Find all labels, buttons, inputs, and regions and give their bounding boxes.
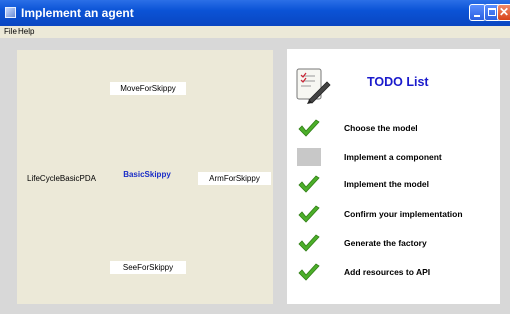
- checkmark-icon: [298, 263, 320, 281]
- app-window: Implement an agent ✕ File Help MoveForSk…: [0, 0, 510, 314]
- node-move-for-skippy[interactable]: MoveForSkippy: [110, 82, 186, 95]
- todo-item-label: Implement a component: [344, 152, 442, 162]
- node-see-for-skippy[interactable]: SeeForSkippy: [110, 261, 186, 274]
- checkmark-icon: [298, 205, 320, 223]
- todo-item-implement-model[interactable]: Implement the model: [287, 175, 500, 197]
- menu-bar: File Help: [0, 26, 510, 38]
- title-bar[interactable]: Implement an agent ✕: [0, 0, 510, 26]
- todo-item-generate-factory[interactable]: Generate the factory: [287, 234, 500, 256]
- todo-item-choose-model[interactable]: Choose the model: [287, 119, 500, 141]
- app-icon: [5, 7, 16, 18]
- todo-item-label: Confirm your implementation: [344, 209, 463, 219]
- node-lifecycle-basic-pda[interactable]: LifeCycleBasicPDA: [19, 172, 104, 185]
- close-icon: ✕: [498, 5, 510, 19]
- menu-file[interactable]: File: [4, 27, 17, 37]
- component-graph-panel: MoveForSkippy LifeCycleBasicPDA BasicSki…: [17, 50, 273, 304]
- minimize-icon: [470, 5, 485, 20]
- node-arm-for-skippy[interactable]: ArmForSkippy: [198, 172, 271, 185]
- todo-panel: TODO List Choose the model Implement a c…: [287, 49, 500, 304]
- checkmark-icon: [298, 234, 320, 252]
- todo-item-implement-component[interactable]: Implement a component: [287, 148, 500, 170]
- todo-item-label: Choose the model: [344, 123, 418, 133]
- todo-item-label: Generate the factory: [344, 238, 427, 248]
- checkmark-icon: [298, 119, 320, 137]
- close-button[interactable]: ✕: [497, 4, 510, 21]
- checkmark-icon: [298, 175, 320, 193]
- todo-title: TODO List: [367, 75, 429, 89]
- window-title: Implement an agent: [21, 6, 134, 20]
- todo-item-confirm-implementation[interactable]: Confirm your implementation: [287, 205, 500, 227]
- pending-box-icon: [297, 148, 321, 168]
- todo-item-add-resources[interactable]: Add resources to API: [287, 263, 500, 285]
- todo-item-label: Add resources to API: [344, 267, 431, 277]
- node-basic-skippy[interactable]: BasicSkippy: [119, 168, 175, 181]
- todo-item-label: Implement the model: [344, 179, 430, 189]
- menu-help[interactable]: Help: [18, 27, 34, 37]
- notepad-pen-icon: [296, 68, 331, 104]
